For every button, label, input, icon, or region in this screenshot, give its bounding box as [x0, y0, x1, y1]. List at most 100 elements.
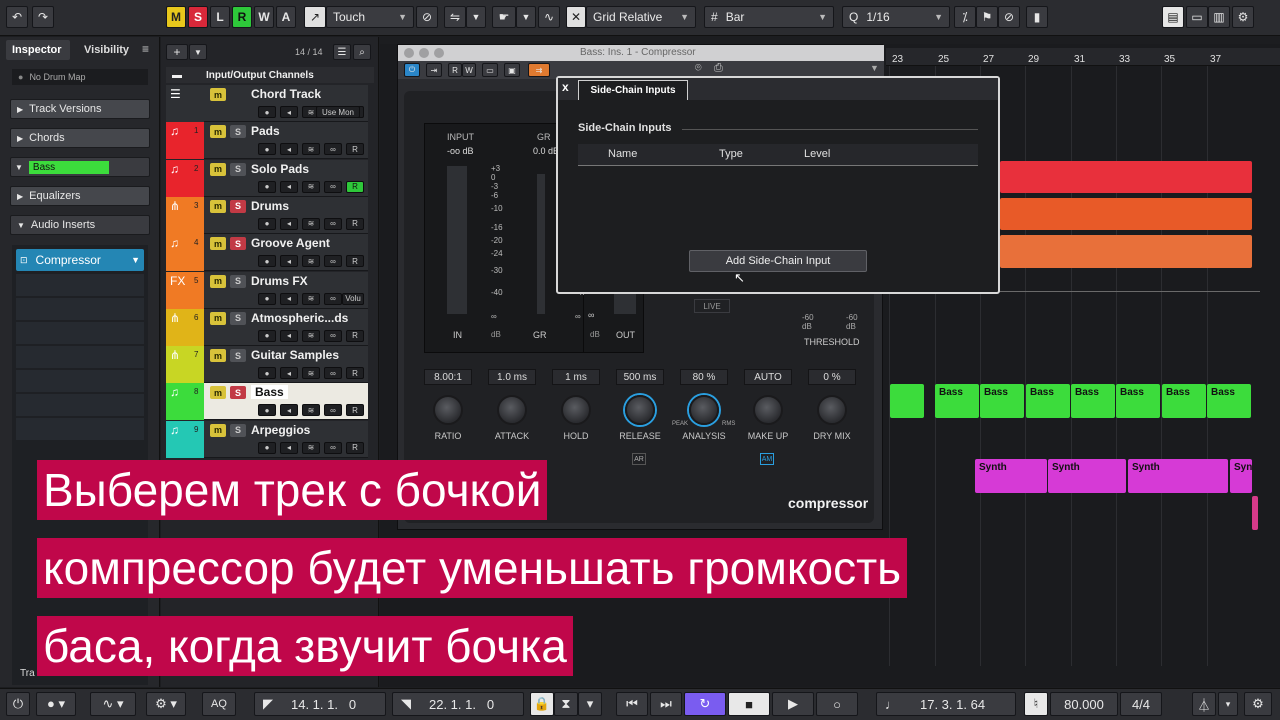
bass-clip[interactable]: Bass — [1162, 384, 1206, 418]
synth-clip[interactable]: Synth — [975, 459, 1047, 493]
track-row[interactable]: ⋔ 3 m S Drums ● ◂ ≋ ∞ R — [166, 196, 368, 234]
track-name[interactable]: Arpeggios — [251, 423, 310, 437]
add-sidechain-input-button[interactable]: Add Side-Chain Input — [689, 250, 867, 272]
attack-knob[interactable] — [497, 395, 527, 425]
groove-clip[interactable] — [1000, 235, 1252, 268]
track-button[interactable]: ● — [258, 143, 276, 156]
undo-button[interactable]: ↶ — [6, 6, 28, 28]
track-name[interactable]: Bass — [251, 385, 288, 400]
track-button[interactable]: ≋ — [302, 255, 320, 268]
right-zone-toggle[interactable]: ▥ — [1208, 6, 1230, 28]
knob-value[interactable]: 1 ms — [552, 369, 600, 385]
quantize-settings-button[interactable]: ⁒ — [954, 6, 976, 28]
solo-button[interactable]: S — [230, 162, 246, 176]
track-button[interactable]: ≋ — [302, 367, 320, 380]
solo-button[interactable]: S — [230, 386, 246, 400]
track-button[interactable]: R — [346, 404, 364, 417]
add-track-button[interactable]: + — [166, 44, 188, 60]
insert-slot-7[interactable] — [16, 394, 144, 416]
inspector-section-equalizers[interactable]: ▶ Equalizers — [10, 186, 150, 206]
plugin-title-bar[interactable]: Bass: Ins. 1 - Compressor — [398, 45, 884, 61]
grid-unit-select[interactable]: # Bar ▼ — [704, 6, 834, 28]
mute-button[interactable]: m — [210, 237, 226, 251]
mute-button[interactable]: m — [210, 423, 226, 437]
inspector-section-track[interactable]: ▼ Bass — [10, 157, 150, 177]
track-button[interactable]: R — [346, 217, 364, 230]
suspend-automation-button[interactable]: ⊘ — [416, 6, 438, 28]
mute-button[interactable]: m — [210, 162, 226, 176]
track-row[interactable]: ♫ 2 m S Solo Pads ● ◂ ≋ ∞ R — [166, 159, 368, 197]
column-level[interactable]: Level — [804, 148, 830, 160]
analysis-knob[interactable] — [689, 395, 719, 425]
track-name[interactable]: Pads — [251, 124, 280, 138]
read-button[interactable]: R — [448, 63, 462, 77]
transport-settings-button[interactable]: ⚙ — [1244, 692, 1272, 716]
insert-slot-1[interactable]: ⊡ Compressor ▼ — [16, 249, 144, 271]
track-name[interactable]: Guitar Samples — [251, 348, 339, 362]
track-button[interactable]: R — [346, 143, 364, 156]
track-name[interactable]: Groove Agent — [251, 236, 330, 250]
window-layout-button[interactable]: ⚙ — [1232, 6, 1254, 28]
window-close-icon[interactable] — [404, 48, 414, 58]
release-knob[interactable] — [625, 395, 655, 425]
track-button[interactable]: R — [346, 329, 364, 342]
track-button[interactable]: ≋ — [302, 143, 320, 156]
sidechain-close-button[interactable]: x — [562, 80, 569, 94]
lower-zone-toggle[interactable]: ▭ — [1186, 6, 1208, 28]
tab-inspector[interactable]: Inspector — [6, 40, 70, 60]
metronome-menu[interactable]: ▾ — [1218, 692, 1238, 716]
mute-button[interactable]: m — [210, 386, 226, 400]
track-row[interactable]: ♫ 1 m S Pads ● ◂ ≋ ∞ R — [166, 122, 368, 160]
insert-slot-2[interactable] — [16, 274, 144, 296]
track-button[interactable]: ∞ — [324, 404, 342, 417]
quantize-select[interactable]: Q 1/16 ▼ — [842, 6, 950, 28]
drums-clip[interactable] — [1000, 198, 1252, 230]
synth-clip[interactable]: Synth — [1048, 459, 1126, 493]
write-mode-button[interactable]: W — [254, 6, 274, 28]
insert-slot-4[interactable] — [16, 322, 144, 344]
track-row[interactable]: ⋔ 7 m S Guitar Samples ● ◂ ≋ ∞ R — [166, 346, 368, 384]
snapshot-icon[interactable]: ⎙ — [714, 62, 723, 75]
track-button[interactable]: ● — [258, 217, 276, 230]
track-button[interactable]: ● — [258, 329, 276, 342]
track-button[interactable]: R — [346, 180, 364, 193]
right-locator[interactable]: ◥ 22. 1. 1. 0 — [392, 692, 524, 716]
track-button[interactable]: ≋ — [302, 441, 320, 454]
drag-button[interactable]: ☛ — [492, 6, 516, 28]
all-mode-button[interactable]: A — [276, 6, 296, 28]
knob-value[interactable]: 500 ms — [616, 369, 664, 385]
compare-button[interactable]: ▭ — [482, 63, 498, 77]
add-track-menu[interactable]: ▼ — [189, 44, 207, 60]
inspector-section-chords[interactable]: ▶ Chords — [10, 128, 150, 148]
bass-clip[interactable]: Bass — [1207, 384, 1251, 418]
window-minimize-icon[interactable] — [419, 48, 429, 58]
solo-button[interactable]: S — [230, 311, 246, 325]
audio-settings-button[interactable]: ⚙ ▾ — [146, 692, 186, 716]
hold-knob[interactable] — [561, 395, 591, 425]
autoscroll-button[interactable]: ∿ — [538, 6, 560, 28]
synth-clip[interactable]: Syn — [1230, 459, 1252, 493]
track-button[interactable]: ◂ — [280, 329, 298, 342]
track-button[interactable]: ≋ — [302, 329, 320, 342]
bass-clip[interactable]: Bass — [935, 384, 979, 418]
stop-button[interactable]: ■ — [728, 692, 770, 716]
track-row[interactable]: ☰mChord Track●◂≋∞RUse Mon — [166, 85, 368, 122]
tab-sidechain-inputs[interactable]: Side-Chain Inputs — [578, 80, 688, 100]
track-button[interactable]: ∞ — [324, 255, 342, 268]
bass-clip[interactable]: Bass — [980, 384, 1024, 418]
synth-clip[interactable]: Synth — [1128, 459, 1228, 493]
mute-button[interactable]: m — [210, 349, 226, 363]
track-button[interactable]: ∞ — [324, 441, 342, 454]
automation-mode-select[interactable]: Touch ▼ — [326, 6, 414, 28]
track-button[interactable]: ● — [258, 292, 276, 305]
bass-clip[interactable]: Bass — [1026, 384, 1070, 418]
ratio-knob[interactable] — [433, 395, 463, 425]
menu-icon[interactable]: ≡ — [142, 42, 149, 56]
tempo-track-button[interactable]: ♮ — [1024, 692, 1048, 716]
auto-release-button[interactable]: AR — [632, 453, 646, 465]
solo-button[interactable]: S — [230, 237, 246, 251]
listen-mode-button[interactable]: L — [210, 6, 230, 28]
redo-button[interactable]: ↷ — [32, 6, 54, 28]
track-button[interactable]: ≋ — [302, 404, 320, 417]
pads-clip[interactable] — [1000, 161, 1252, 193]
